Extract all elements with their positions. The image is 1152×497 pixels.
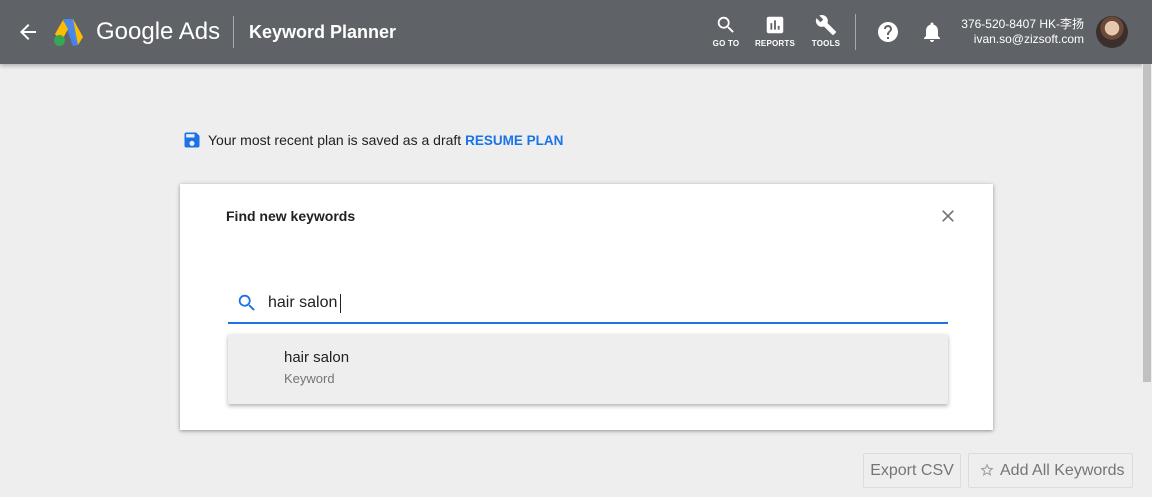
wrench-icon <box>815 15 837 36</box>
star-icon <box>980 463 994 476</box>
suggestion-item[interactable]: hair salon Keyword <box>228 334 948 404</box>
add-all-label: Add All Keywords <box>1000 462 1125 479</box>
bell-icon[interactable] <box>920 20 944 44</box>
save-icon <box>184 132 200 148</box>
text-caret <box>340 294 341 313</box>
account-id: 376-520-8407 HK-李扬 <box>961 17 1084 31</box>
reports-button[interactable]: REPORTS <box>752 14 798 54</box>
goto-label: GO TO <box>712 39 740 48</box>
draft-text: Your most recent plan is saved as a draf… <box>208 132 462 148</box>
page-scrollbar[interactable] <box>1142 64 1152 497</box>
search-icon <box>238 294 255 311</box>
add-all-keywords-button[interactable]: Add All Keywords <box>968 453 1133 488</box>
back-arrow-icon[interactable] <box>16 20 40 44</box>
scrollbar-thumb[interactable] <box>1143 64 1151 382</box>
google-ads-logo-icon[interactable] <box>52 17 84 47</box>
suggestion-type: Keyword <box>284 371 335 386</box>
help-icon[interactable] <box>876 20 900 44</box>
avatar[interactable] <box>1096 16 1128 48</box>
search-icon <box>717 16 734 33</box>
brand-name[interactable]: Google Ads <box>96 17 220 47</box>
tools-label: TOOLS <box>811 39 841 48</box>
suggestion-text: hair salon <box>284 349 350 366</box>
nav-divider <box>855 14 856 50</box>
goto-button[interactable]: GO TO <box>703 14 749 54</box>
account-email: ivan.so@zizsoft.com <box>973 32 1084 46</box>
keyword-search-input[interactable] <box>268 288 928 318</box>
reports-icon <box>766 16 784 34</box>
resume-plan-link[interactable]: RESUME PLAN <box>465 133 563 148</box>
brand-divider <box>233 16 234 48</box>
account-info[interactable]: 376-520-8407 HK-李扬 ivan.so@zizsoft.com <box>961 17 1084 47</box>
close-icon[interactable] <box>938 206 958 226</box>
page-title: Keyword Planner <box>249 22 397 42</box>
reports-label: REPORTS <box>754 39 796 48</box>
find-keywords-card: Find new keywords hair salon Keyword <box>180 184 993 430</box>
card-title: Find new keywords <box>226 208 356 224</box>
keyword-search-field[interactable] <box>228 288 948 324</box>
top-app-bar: Google Ads Keyword Planner GO TO REPORTS… <box>0 0 1152 64</box>
tools-button[interactable]: TOOLS <box>803 14 849 54</box>
export-csv-button[interactable]: Export CSV <box>863 453 961 488</box>
